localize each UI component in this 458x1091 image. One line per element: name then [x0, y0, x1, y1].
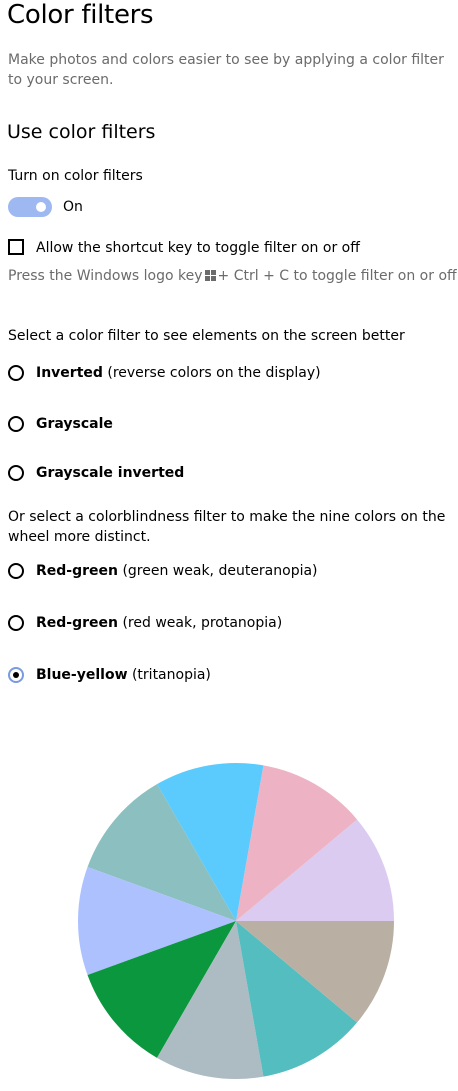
radio-option-grayscale-inverted[interactable]: Grayscale inverted [8, 462, 184, 484]
section-title-use-color-filters: Use color filters [7, 121, 156, 143]
shortcut-hint-prefix: Press the Windows logo key [8, 268, 203, 284]
radio-button[interactable] [8, 465, 24, 481]
page-title: Color filters [7, 0, 154, 30]
radio-button-selected[interactable] [8, 667, 24, 683]
option-name: Red-green [36, 563, 118, 579]
radio-button[interactable] [8, 615, 24, 631]
radio-option-grayscale[interactable]: Grayscale [8, 413, 113, 435]
shortcut-hint-suffix: + Ctrl + C to toggle filter on or off. [217, 268, 458, 284]
option-detail: (reverse colors on the display) [107, 365, 321, 381]
windows-logo-icon [204, 269, 216, 285]
radio-option-inverted[interactable]: Inverted (reverse colors on the display) [8, 362, 321, 384]
option-name: Grayscale [36, 416, 113, 432]
toggle-knob [36, 202, 46, 212]
option-detail: (red weak, protanopia) [122, 615, 283, 631]
color-filters-toggle[interactable] [8, 197, 52, 217]
color-wheel [78, 762, 394, 1080]
radio-option-red-green-deuteranopia[interactable]: Red-green (green weak, deuteranopia) [8, 560, 318, 582]
filter-select-prompt: Select a color filter to see elements on… [8, 328, 405, 344]
option-name: Grayscale inverted [36, 465, 185, 481]
option-name: Inverted [36, 365, 103, 381]
option-name: Red-green [36, 615, 118, 631]
shortcut-key-checkbox[interactable] [8, 239, 24, 255]
shortcut-hint: Press the Windows logo key + Ctrl + C to … [8, 268, 458, 285]
toggle-label: Turn on color filters [8, 168, 143, 184]
radio-button[interactable] [8, 416, 24, 432]
page-description: Make photos and colors easier to see by … [8, 52, 444, 88]
toggle-state-text: On [63, 199, 83, 215]
colorblind-prompt: Or select a colorblindness filter to mak… [8, 509, 446, 545]
radio-option-blue-yellow-tritanopia[interactable]: Blue-yellow (tritanopia) [8, 664, 211, 686]
option-name: Blue-yellow [36, 667, 128, 683]
shortcut-key-checkbox-label[interactable]: Allow the shortcut key to toggle filter … [36, 240, 360, 256]
option-detail: (tritanopia) [131, 667, 211, 683]
option-detail: (green weak, deuteranopia) [122, 563, 318, 579]
radio-option-red-green-protanopia[interactable]: Red-green (red weak, protanopia) [8, 612, 282, 634]
radio-button[interactable] [8, 563, 24, 579]
radio-button[interactable] [8, 365, 24, 381]
